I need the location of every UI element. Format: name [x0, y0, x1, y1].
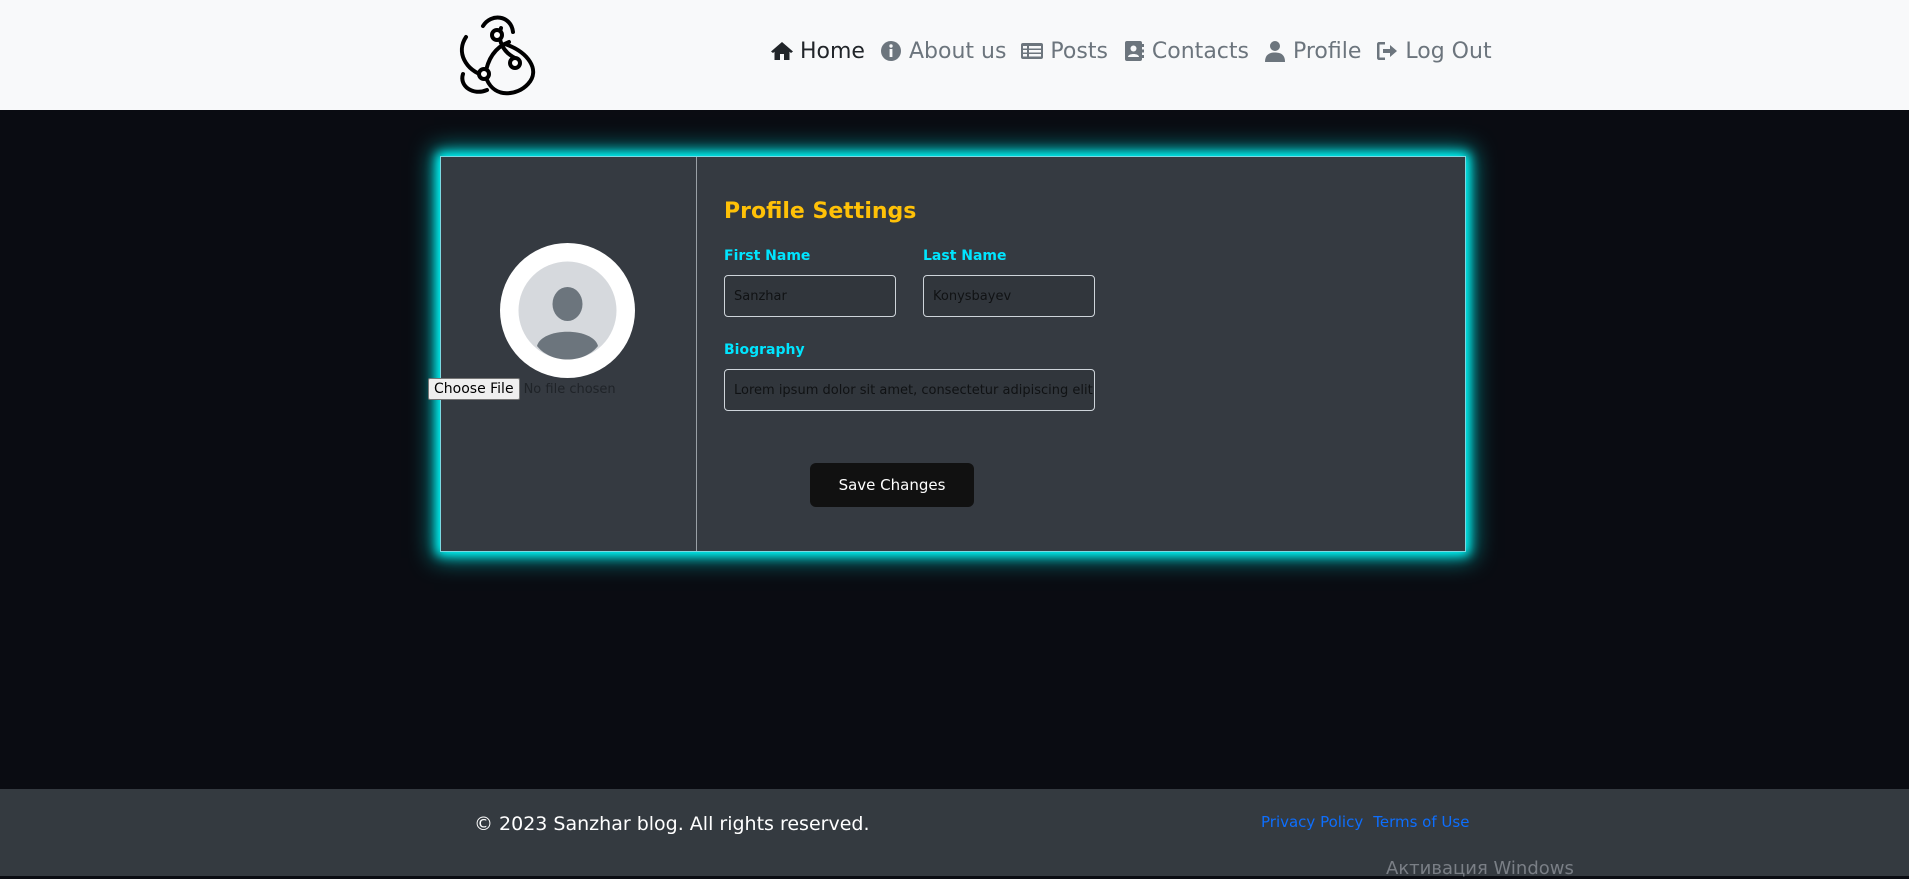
- logo-icon[interactable]: [453, 12, 541, 98]
- info-icon: [880, 41, 901, 61]
- biography-label: Biography: [724, 342, 805, 358]
- first-name-label: First Name: [724, 248, 811, 264]
- nav-contacts[interactable]: Contacts: [1122, 39, 1249, 64]
- nav-posts[interactable]: Posts: [1020, 39, 1108, 64]
- home-icon: [771, 42, 793, 60]
- last-name-field[interactable]: Konysbayev: [923, 275, 1095, 317]
- footer-links: Privacy Policy Terms of Use: [1261, 813, 1469, 831]
- choose-file-button[interactable]: Choose File: [428, 378, 520, 400]
- nav-log-out[interactable]: Log Out: [1375, 38, 1492, 64]
- nav-log-out-label: Log Out: [1405, 38, 1492, 64]
- nav-links: Home About us Posts Contacts Profile Log…: [770, 33, 1492, 69]
- privacy-policy-link[interactable]: Privacy Policy: [1261, 813, 1363, 831]
- nav-home[interactable]: Home: [770, 39, 865, 64]
- avatar-panel: Choose File No file chosen: [428, 157, 697, 551]
- page-title: Profile Settings: [724, 199, 917, 224]
- list-icon: [1021, 43, 1044, 59]
- footer: © 2023 Sanzhar blog. All rights reserved…: [0, 789, 1909, 876]
- copyright-text: © 2023 Sanzhar blog. All rights reserved…: [474, 813, 870, 835]
- nav-about-us[interactable]: About us: [879, 39, 1006, 64]
- nav-about-us-label: About us: [908, 38, 1007, 64]
- avatar: [500, 243, 635, 378]
- biography-field[interactable]: Lorem ipsum dolor sit amet, consectetur …: [724, 369, 1095, 411]
- navbar: Home About us Posts Contacts Profile Log…: [0, 0, 1909, 110]
- file-status: No file chosen: [523, 381, 616, 397]
- nav-profile-label: Profile: [1292, 38, 1362, 64]
- terms-of-use-link[interactable]: Terms of Use: [1373, 813, 1469, 831]
- nav-contacts-label: Contacts: [1151, 38, 1249, 64]
- windows-activation-watermark: Активация Windows: [1386, 858, 1574, 879]
- nav-posts-label: Posts: [1050, 38, 1108, 64]
- user-placeholder-icon: [518, 261, 617, 360]
- user-icon: [1264, 41, 1285, 62]
- file-input: Choose File No file chosen: [428, 378, 616, 400]
- nav-home-label: Home: [800, 38, 865, 64]
- first-name-field[interactable]: Sanzhar: [724, 275, 896, 317]
- profile-card: Choose File No file chosen Profile Setti…: [428, 156, 1466, 552]
- last-name-label: Last Name: [923, 248, 1007, 264]
- sign-out-icon: [1377, 42, 1398, 60]
- address-book-icon: [1124, 41, 1144, 61]
- save-changes-button[interactable]: Save Changes: [810, 463, 974, 507]
- nav-profile[interactable]: Profile: [1263, 39, 1361, 64]
